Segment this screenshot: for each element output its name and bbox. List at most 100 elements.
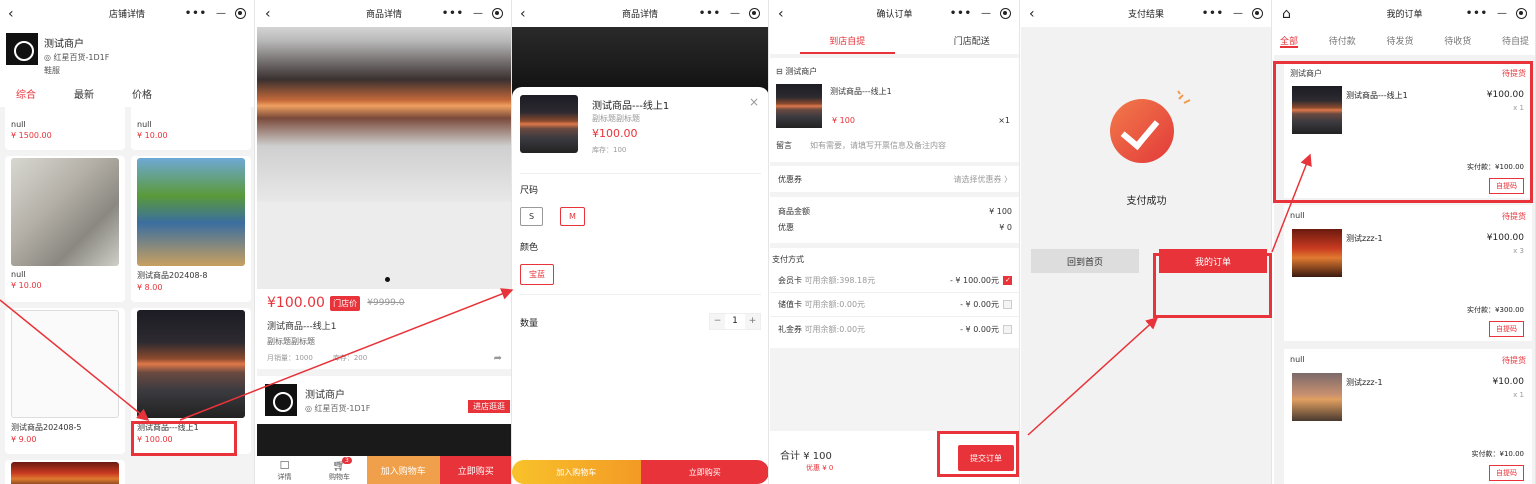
more-dots-icon[interactable]: •••: [950, 8, 972, 19]
minimize-icon[interactable]: —: [1497, 8, 1507, 19]
buy-now-button[interactable]: 立即购买: [439, 456, 511, 484]
product-card[interactable]: null ¥ 1500.00: [5, 104, 125, 150]
pickup-code-button[interactable]: 自提码: [1489, 178, 1524, 194]
pay-method-member-card[interactable]: 会员卡 可用余额:398.18元 - ¥ 100.00元: [770, 269, 1019, 293]
pay-method-gift-voucher[interactable]: 礼金券 可用余额:0.00元 - ¥ 0.00元: [770, 317, 1019, 341]
product-price: ¥ 100.00: [137, 435, 173, 444]
order-item-qty: ×1: [998, 116, 1010, 125]
minimize-icon[interactable]: —: [216, 8, 226, 19]
tab-pending-receipt[interactable]: 待收货: [1444, 34, 1471, 55]
coupon-section[interactable]: 优惠券 请选择优惠券 〉: [770, 166, 1019, 192]
sort-tab-all[interactable]: 综合: [16, 86, 36, 101]
order-card[interactable]: 测试商户 待提货 测试商品---线上1 ¥100.00 x 1 实付款：¥100.…: [1284, 62, 1532, 198]
my-orders-screen: ⌂ 我的订单 ••• — 全部 待付款 待发货 待收货 待自提 测试商户 待提货 …: [1274, 0, 1536, 484]
minimize-icon[interactable]: —: [981, 8, 991, 19]
tab-pending-shipment[interactable]: 待发货: [1386, 34, 1413, 55]
detail-tab[interactable]: ☐ 详情: [257, 456, 312, 484]
sku-selector-screen: ‹ 商品详情 ••• — × 测试商品---线上1 副标题副标题 ¥100.00…: [512, 0, 769, 484]
size-label: 尺码: [520, 186, 539, 196]
quantity-value[interactable]: 1: [725, 314, 745, 329]
visit-store-button[interactable]: 进店逛逛: [468, 400, 510, 413]
order-item-price: ¥ 100: [832, 116, 855, 125]
tab-pending-pickup[interactable]: 待自提: [1502, 34, 1529, 55]
add-to-cart-button[interactable]: 加入购物车: [367, 456, 440, 484]
capsule: ••• —: [1202, 8, 1263, 19]
target-icon[interactable]: [1516, 8, 1527, 19]
tab-delivery[interactable]: 门店配送: [925, 27, 1020, 54]
size-option-s[interactable]: S: [520, 207, 544, 226]
product-card[interactable]: 测试商品202408-8 ¥ 8.00: [131, 156, 251, 302]
pickup-code-button[interactable]: 自提码: [1489, 321, 1524, 337]
checkbox[interactable]: [1003, 276, 1012, 285]
shop-detail-screen: ‹ 店铺详情 ••• — 测试商户 ◎ 红星百货-1D1F 鞋服 综合 最新 价…: [0, 0, 255, 484]
size-option-m[interactable]: M: [560, 207, 585, 226]
back-icon[interactable]: ‹: [8, 6, 14, 22]
sort-tab-price[interactable]: 价格: [132, 86, 152, 101]
shop-tag: 鞋服: [44, 66, 60, 75]
minimize-icon[interactable]: —: [1233, 8, 1243, 19]
add-to-cart-button[interactable]: 加入购物车: [512, 460, 641, 484]
target-icon[interactable]: [492, 8, 503, 19]
coupon-select[interactable]: 请选择优惠券 〉: [953, 174, 1012, 185]
home-icon[interactable]: ⌂: [1282, 6, 1291, 22]
gallery-background: [257, 202, 511, 289]
target-icon[interactable]: [1000, 8, 1011, 19]
order-card[interactable]: null 待提货 测试zzz-1 ¥100.00 x 3 实付款：¥300.00 …: [1284, 205, 1532, 341]
success-check-icon: [1110, 99, 1174, 163]
product-card-selected[interactable]: 测试商品---线上1 ¥ 100.00: [131, 308, 251, 454]
color-option[interactable]: 宝蓝: [520, 264, 554, 285]
order-card[interactable]: null 待提货 测试zzz-1 ¥10.00 x 1 实付款：¥10.00 自提…: [1284, 349, 1532, 484]
target-icon[interactable]: [235, 8, 246, 19]
buy-now-button[interactable]: 立即购买: [640, 460, 768, 484]
checkbox[interactable]: [1003, 324, 1012, 334]
order-item-qty: x 3: [1513, 247, 1524, 255]
product-card[interactable]: null ¥ 10.00: [5, 156, 125, 302]
product-card[interactable]: [5, 460, 125, 484]
cart-tab[interactable]: 🛒︎ 购物车 3: [312, 456, 367, 484]
total-discount: 优惠 ¥ 0: [806, 464, 834, 472]
shop-location: ◎ 红星百货-1D1F: [44, 53, 110, 62]
back-icon[interactable]: ‹: [265, 6, 271, 22]
tab-all[interactable]: 全部: [1280, 34, 1299, 48]
order-item-name: 测试商品---线上1: [1346, 91, 1408, 100]
target-icon[interactable]: [1252, 8, 1263, 19]
more-dots-icon[interactable]: •••: [699, 8, 721, 19]
sort-tab-newest[interactable]: 最新: [74, 86, 94, 101]
submit-order-button[interactable]: 提交订单: [958, 445, 1014, 471]
quantity-stepper: − 1 +: [709, 313, 761, 330]
minimize-icon[interactable]: —: [473, 8, 483, 19]
my-orders-button[interactable]: 我的订单: [1159, 249, 1267, 273]
tab-pending-payment[interactable]: 待付款: [1329, 34, 1356, 55]
more-dots-icon[interactable]: •••: [185, 8, 207, 19]
back-icon[interactable]: ‹: [520, 6, 526, 22]
more-dots-icon[interactable]: •••: [442, 8, 464, 19]
target-icon[interactable]: [749, 8, 760, 19]
shop-logo: [265, 384, 297, 416]
order-status: 待提货: [1502, 69, 1526, 78]
total: 合计 ¥ 100: [780, 451, 832, 462]
pickup-code-button[interactable]: 自提码: [1489, 465, 1524, 481]
increment-button[interactable]: +: [745, 314, 760, 329]
remark-input[interactable]: 如有需要，请填写开票信息及备注内容: [810, 140, 946, 151]
back-home-button[interactable]: 回到首页: [1031, 249, 1139, 273]
capsule: ••• —: [442, 8, 503, 19]
back-icon[interactable]: ‹: [778, 6, 784, 22]
tab-pickup[interactable]: 到店自提: [800, 27, 895, 54]
pay-method-stored-card[interactable]: 储值卡 可用余额:0.00元 - ¥ 0.00元: [770, 293, 1019, 317]
product-price: ¥ 10.00: [137, 131, 168, 140]
product-card[interactable]: 测试商品202408-5 ¥ 9.00: [5, 308, 125, 454]
product-gallery[interactable]: [257, 27, 511, 289]
minimize-icon[interactable]: —: [730, 8, 740, 19]
checkbox[interactable]: [1003, 300, 1012, 309]
decrement-button[interactable]: −: [710, 314, 725, 329]
share-icon[interactable]: ➦: [494, 353, 502, 364]
product-image: [11, 310, 119, 418]
order-status: 待提货: [1502, 356, 1526, 365]
product-card[interactable]: null ¥ 10.00: [131, 104, 251, 150]
more-dots-icon[interactable]: •••: [1466, 8, 1488, 19]
order-status: 待提货: [1502, 212, 1526, 221]
order-item-name: 测试zzz-1: [1346, 378, 1383, 387]
close-icon[interactable]: ×: [749, 95, 759, 109]
more-dots-icon[interactable]: •••: [1202, 8, 1224, 19]
back-icon[interactable]: ‹: [1029, 6, 1035, 22]
